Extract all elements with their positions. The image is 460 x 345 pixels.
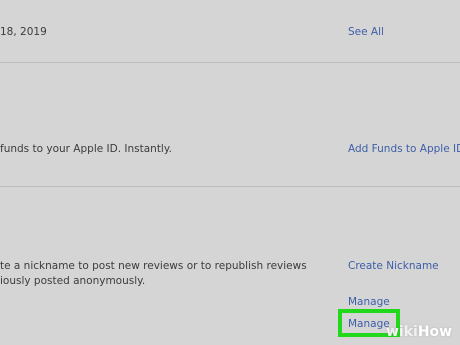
nickname-description-line1: te a nickname to post new reviews or to … bbox=[0, 260, 307, 272]
purchase-date-text: 18, 2019 bbox=[0, 26, 47, 38]
manage-link[interactable]: Manage bbox=[348, 295, 390, 310]
see-all-link[interactable]: See All bbox=[348, 25, 384, 40]
nickname-description-line2: iously posted anonymously. bbox=[0, 275, 146, 287]
divider bbox=[0, 186, 460, 187]
add-funds-link[interactable]: Add Funds to Apple ID bbox=[348, 142, 460, 157]
divider bbox=[0, 62, 460, 63]
watermark-how: How bbox=[417, 324, 453, 340]
add-funds-description: funds to your Apple ID. Instantly. bbox=[0, 143, 172, 155]
wikihow-watermark: wikiHow bbox=[386, 324, 452, 340]
create-nickname-link[interactable]: Create Nickname bbox=[348, 259, 439, 274]
watermark-wiki: wiki bbox=[386, 324, 418, 340]
